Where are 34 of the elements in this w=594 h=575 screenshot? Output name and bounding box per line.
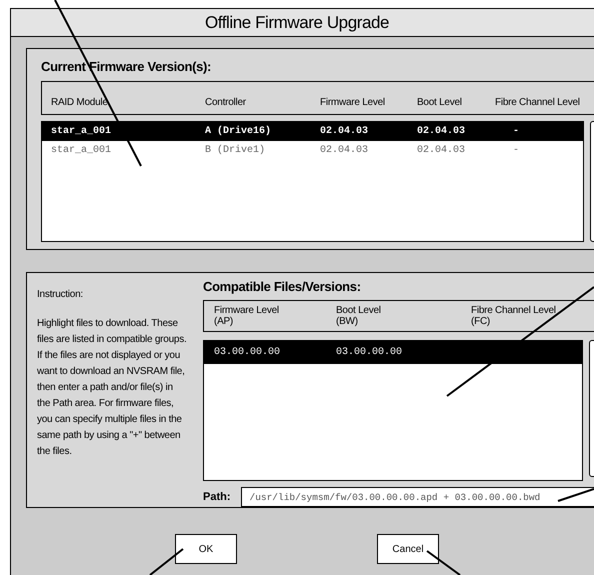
section-title: Compatible Files/Versions:: [203, 278, 362, 295]
dialog-button[interactable]: OK: [175, 534, 237, 564]
column-header[interactable]: Firmware Level: [214, 305, 336, 316]
table-cell-text: B (Drive1): [205, 144, 266, 158]
table-row[interactable]: star_a_001 A (Drive16) 02.04.03 02.04.03 -: [42, 122, 583, 141]
column-header[interactable]: Fibre Channel Level: [495, 95, 594, 110]
table-cell-text: -: [512, 144, 520, 158]
path-field[interactable]: /usr/lib/symsm/fw/03.00.00.00.apd + 03.00.00.00.bwd: [240, 487, 594, 507]
table-cell-text: 02.04.03: [320, 125, 370, 139]
window-title: Offline Firmware Upgrade: [204, 12, 390, 34]
column-header[interactable]: Boot Level: [417, 95, 495, 110]
table-cell-text: 02.04.03: [320, 144, 370, 158]
column-subheader: (FC): [471, 316, 491, 327]
dialog-button[interactable]: Cancel: [377, 534, 439, 564]
column-header[interactable]: Boot Level: [336, 305, 471, 316]
table-cell-text: 02.04.03: [417, 125, 466, 139]
table-cell-text: -: [512, 125, 520, 139]
column-subheader: (AP): [214, 316, 234, 327]
section-title: Current Firmware Version(s):: [41, 58, 212, 73]
column-header[interactable]: RAID Module: [51, 95, 205, 110]
column-header[interactable]: Controller: [205, 95, 320, 110]
table-cell-text: star_a_001: [51, 125, 112, 139]
table-cell-text: 03.00.00.00: [336, 346, 404, 360]
instruction-title: Instruction:: [37, 288, 84, 302]
column-subheader: (BW): [336, 316, 359, 327]
instruction-text: Highlight files to download. These files are listed in compatible groups. If the files are not displayed or you want to download an NVSRAM file, then enter a path and/or file(s) in the Path area. For firmware files, you can specify multiple files in the same path by using a "+" between the files.: [37, 317, 187, 459]
table-cell-text: star_a_001: [51, 144, 112, 158]
table-cell-text: 02.04.03: [417, 144, 466, 158]
column-header[interactable]: Fibre Channel Level: [471, 305, 594, 316]
path-label: Path:: [203, 490, 230, 505]
table-row[interactable]: 03.00.00.00 03.00.00.00: [204, 341, 582, 364]
table-cell-text: 03.00.00.00: [214, 346, 282, 360]
table-cell-text: A (Drive16): [205, 124, 272, 139]
column-header[interactable]: Firmware Level: [320, 95, 417, 110]
